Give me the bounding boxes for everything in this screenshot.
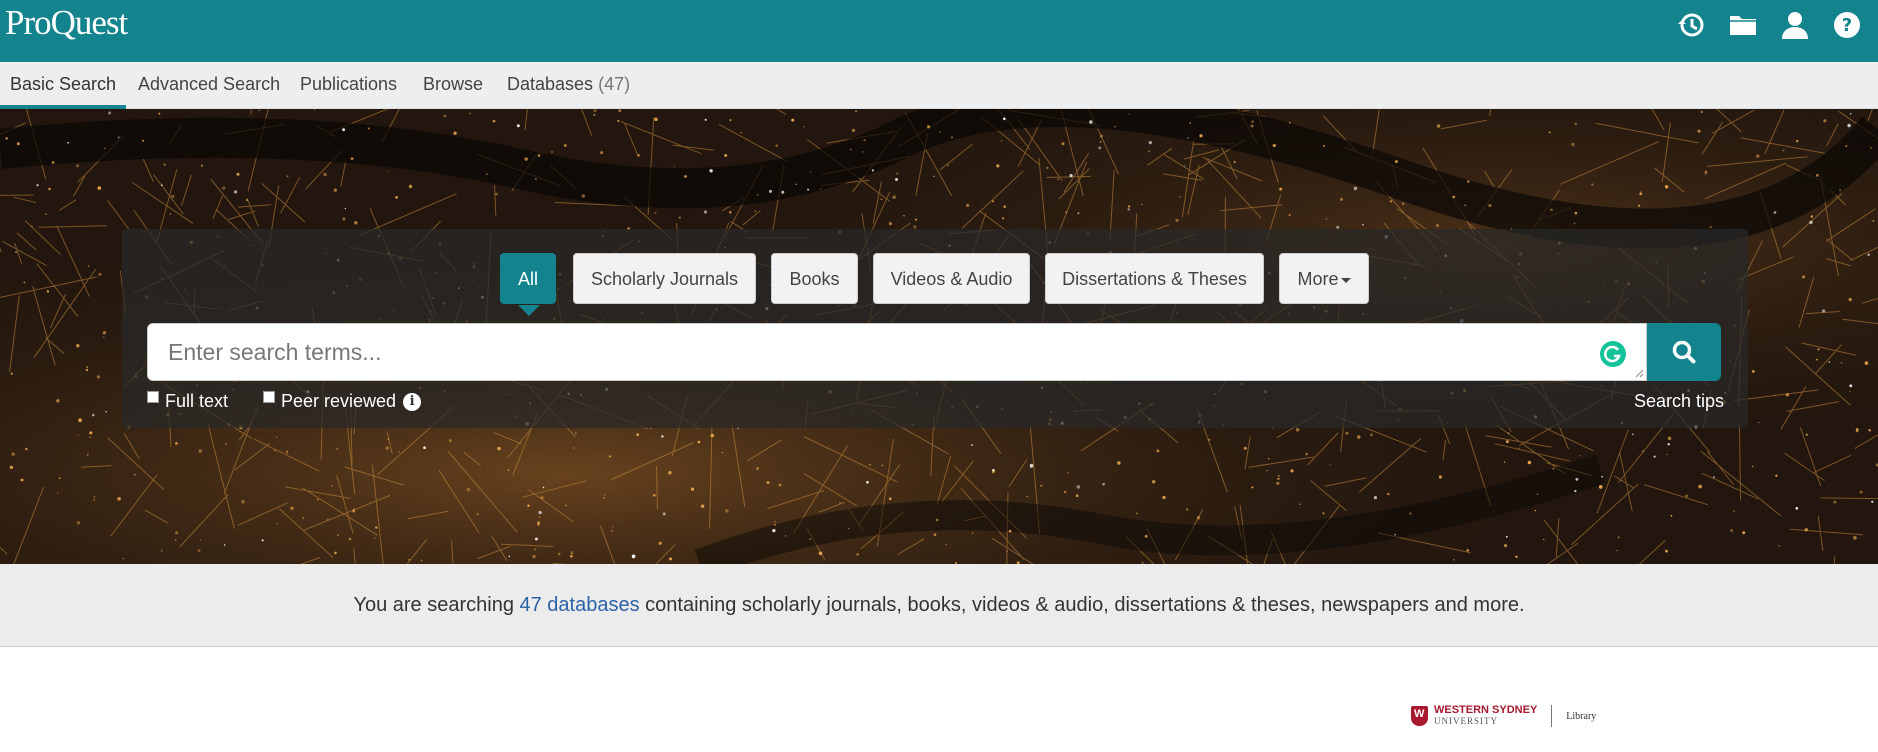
nav-publications[interactable]: Publications xyxy=(290,62,407,109)
full-text-label[interactable]: Full text xyxy=(165,391,228,412)
nav-basic-search[interactable]: Basic Search xyxy=(0,62,127,109)
proquest-logo[interactable]: ProQuest xyxy=(5,3,128,43)
search-icon xyxy=(1672,340,1696,364)
search-button[interactable] xyxy=(1647,323,1721,381)
info-icon[interactable]: i xyxy=(403,392,422,411)
svg-text:?: ? xyxy=(1842,15,1852,36)
full-text-checkbox[interactable] xyxy=(147,390,159,403)
peer-reviewed-checkbox[interactable] xyxy=(263,390,275,403)
institution-name-line1: WESTERN SYDNEY xyxy=(1434,704,1538,716)
tab-all[interactable]: All xyxy=(500,253,556,304)
search-box xyxy=(147,323,1647,381)
logo-divider xyxy=(1551,705,1553,727)
main-nav: Basic Search Advanced Search Publication… xyxy=(0,62,1878,109)
databases-link[interactable]: 47 databases xyxy=(520,594,640,616)
info-prefix: You are searching xyxy=(353,594,520,616)
tab-dissertations-theses[interactable]: Dissertations & Theses xyxy=(1045,253,1264,304)
nav-browse[interactable]: Browse xyxy=(413,62,493,109)
institution-name-line2: UNIVERSITY xyxy=(1434,716,1498,726)
tab-scholarly-journals[interactable]: Scholarly Journals xyxy=(573,253,756,304)
nav-databases[interactable]: Databases (47) xyxy=(497,62,640,109)
nav-advanced-search[interactable]: Advanced Search xyxy=(128,62,290,109)
library-label: Library xyxy=(1566,710,1597,722)
nav-databases-label: Databases xyxy=(507,74,594,94)
user-icon[interactable] xyxy=(1780,10,1810,40)
top-header: ProQuest ? xyxy=(0,0,1878,62)
active-tab-pointer xyxy=(518,305,540,316)
header-icons: ? xyxy=(1676,10,1862,40)
history-icon[interactable] xyxy=(1676,10,1706,40)
search-tips-link[interactable]: Search tips xyxy=(1634,391,1724,412)
tab-books[interactable]: Books xyxy=(771,253,858,304)
peer-reviewed-label[interactable]: Peer reviewed xyxy=(281,391,396,412)
grammarly-icon[interactable] xyxy=(1600,341,1626,367)
tab-videos-audio[interactable]: Videos & Audio xyxy=(873,253,1030,304)
database-info-strip: You are searching 47 databases containin… xyxy=(0,564,1878,647)
content-type-tabs: All Scholarly Journals Books Videos & Au… xyxy=(0,253,1878,305)
institution-logo[interactable]: WESTERN SYDNEY UNIVERSITY Library xyxy=(1411,705,1596,727)
chevron-down-icon xyxy=(1340,277,1351,283)
shield-icon xyxy=(1411,706,1428,726)
peer-reviewed-option: Peer reviewed i xyxy=(263,390,422,412)
tab-more[interactable]: More xyxy=(1279,253,1369,304)
help-icon[interactable]: ? xyxy=(1832,10,1862,40)
nav-databases-count: (47) xyxy=(598,74,631,94)
info-suffix: containing scholarly journals, books, vi… xyxy=(639,594,1525,616)
institution-name: WESTERN SYDNEY UNIVERSITY xyxy=(1434,705,1537,727)
resize-handle-icon[interactable] xyxy=(1634,368,1644,378)
full-text-option: Full text xyxy=(147,390,228,412)
search-input[interactable] xyxy=(168,324,1588,380)
tab-more-label: More xyxy=(1297,269,1339,289)
folder-icon[interactable] xyxy=(1728,10,1758,40)
